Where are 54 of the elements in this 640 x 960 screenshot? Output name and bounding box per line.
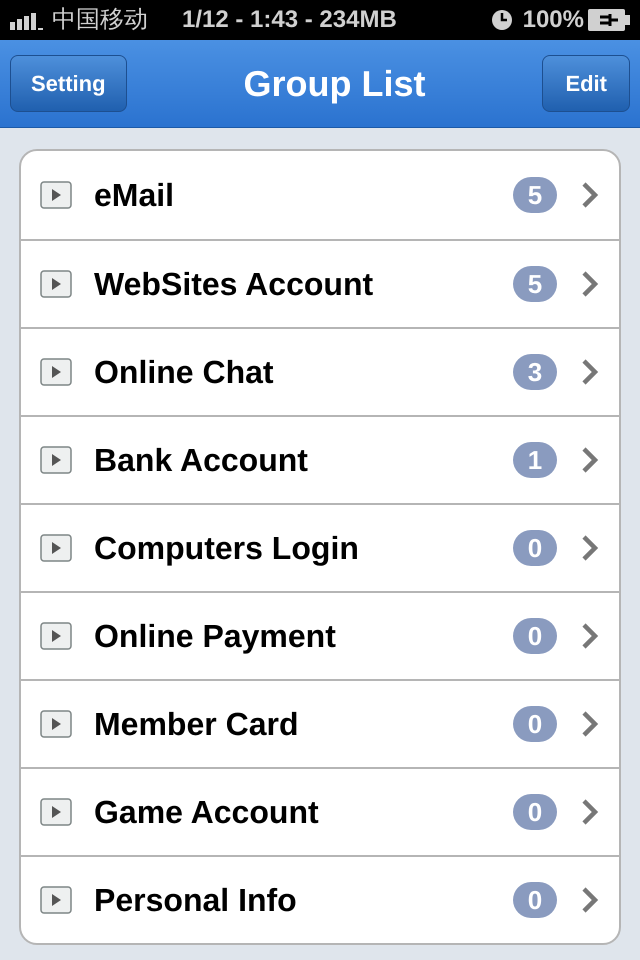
chevron-icon (581, 181, 599, 209)
count-badge: 0 (513, 530, 557, 566)
group-label: Online Payment (94, 617, 336, 656)
chevron-icon (581, 798, 599, 826)
play-icon (40, 446, 72, 474)
group-row[interactable]: WebSites Account 5 (21, 239, 619, 327)
chevron-icon (581, 446, 599, 474)
count-badge: 3 (513, 354, 557, 390)
chevron-icon (581, 886, 599, 914)
group-row[interactable]: Personal Info 0 (21, 855, 619, 943)
play-icon (40, 358, 72, 386)
chevron-icon (581, 534, 599, 562)
edit-button[interactable]: Edit (542, 55, 630, 112)
group-label: Game Account (94, 793, 319, 832)
carrier-name: 中国移动 (52, 5, 148, 35)
status-text: 1/12 - 1:43 - 234MB (182, 5, 397, 35)
signal-icon (10, 10, 46, 30)
chevron-icon (581, 622, 599, 650)
chevron-icon (581, 270, 599, 298)
clock-icon (490, 9, 513, 31)
count-badge: 5 (513, 266, 557, 302)
count-badge: 0 (513, 706, 557, 742)
group-label: eMail (94, 176, 174, 215)
play-icon (40, 886, 72, 914)
setting-button[interactable]: Setting (10, 55, 127, 112)
group-label: Computers Login (94, 529, 359, 568)
group-row[interactable]: Bank Account 1 (21, 415, 619, 503)
group-row[interactable]: Game Account 0 (21, 767, 619, 855)
group-row[interactable]: Member Card 0 (21, 679, 619, 767)
group-label: WebSites Account (94, 265, 374, 304)
play-icon (40, 270, 72, 298)
battery-percent: 100% (522, 5, 584, 35)
play-icon (40, 710, 72, 738)
window-title: Group List (244, 62, 426, 106)
chevron-icon (581, 358, 599, 386)
group-label: Member Card (94, 705, 298, 744)
count-badge: 0 (513, 882, 557, 918)
group-row[interactable]: Online Payment 0 (21, 591, 619, 679)
group-label: Bank Account (94, 441, 308, 480)
play-icon (40, 181, 72, 209)
group-label: Online Chat (94, 353, 274, 392)
battery-icon (588, 9, 630, 31)
group-label: Personal Info (94, 881, 297, 920)
group-row[interactable]: eMail 5 (21, 151, 619, 239)
play-icon (40, 622, 72, 650)
chevron-icon (581, 710, 599, 738)
count-badge: 0 (513, 794, 557, 830)
group-row[interactable]: Online Chat 3 (21, 327, 619, 415)
play-icon (40, 534, 72, 562)
group-row[interactable]: Computers Login 0 (21, 503, 619, 591)
count-badge: 5 (513, 177, 557, 213)
count-badge: 0 (513, 618, 557, 654)
play-icon (40, 798, 72, 826)
count-badge: 1 (513, 442, 557, 478)
